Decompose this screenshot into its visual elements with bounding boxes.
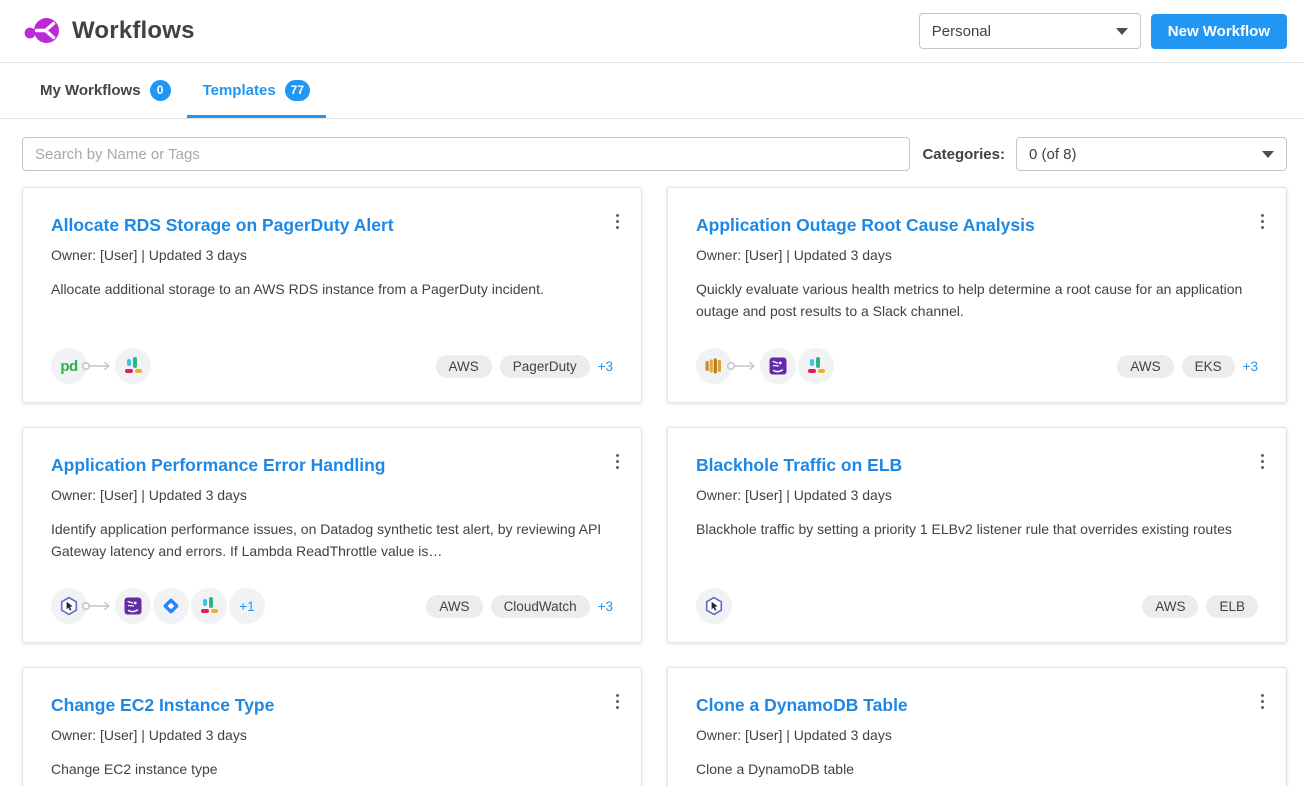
topbar-actions: Personal New Workflow xyxy=(919,13,1287,49)
workflow-description: Allocate additional storage to an AWS RD… xyxy=(51,278,613,300)
workspace-selector[interactable]: Personal xyxy=(919,13,1141,49)
workflow-title-link[interactable]: Blackhole Traffic on ELB xyxy=(696,455,1258,476)
workflow-meta: Owner: [User] | Updated 3 days xyxy=(696,247,1258,263)
card-footer: AWS ELB xyxy=(696,588,1258,624)
workflow-description: Change EC2 instance type xyxy=(51,758,613,780)
kebab-menu-icon[interactable] xyxy=(1253,445,1273,478)
card-footer: +1 AWS CloudWatch +3 xyxy=(51,588,613,624)
brand-logo-icon xyxy=(22,15,62,47)
flow-arrow-icon xyxy=(81,599,113,613)
card-tags: AWS EKS +3 xyxy=(1117,355,1258,378)
kebab-menu-icon[interactable] xyxy=(1253,205,1273,238)
categories-dropdown[interactable]: 0 (of 8) xyxy=(1016,137,1287,171)
tab-my-workflows[interactable]: My Workflows 0 xyxy=(24,63,187,118)
card-tags: AWS PagerDuty +3 xyxy=(436,355,613,378)
pagerduty-logo-text: pd xyxy=(60,358,77,375)
workflow-meta: Owner: [User] | Updated 3 days xyxy=(51,727,613,743)
slack-icon xyxy=(798,348,834,384)
card-integrations: pd xyxy=(51,348,151,384)
datadog-icon xyxy=(115,588,151,624)
new-workflow-button[interactable]: New Workflow xyxy=(1151,14,1287,49)
datadog-icon xyxy=(760,348,796,384)
tag-chip: AWS xyxy=(426,595,482,618)
tag-chip: ELB xyxy=(1206,595,1258,618)
chevron-down-icon xyxy=(1262,151,1274,158)
tag-chip: PagerDuty xyxy=(500,355,590,378)
flow-arrow-icon xyxy=(81,359,113,373)
workflow-card[interactable]: Blackhole Traffic on ELB Owner: [User] |… xyxy=(667,427,1287,643)
tag-chip: EKS xyxy=(1182,355,1235,378)
tab-label: My Workflows xyxy=(40,82,141,99)
top-bar: Workflows Personal New Workflow xyxy=(0,0,1304,63)
kebab-menu-icon[interactable] xyxy=(608,445,628,478)
tag-chip: AWS xyxy=(436,355,492,378)
workflow-card[interactable]: Clone a DynamoDB Table Owner: [User] | U… xyxy=(667,667,1287,786)
card-integrations xyxy=(696,348,834,384)
workflow-title-link[interactable]: Allocate RDS Storage on PagerDuty Alert xyxy=(51,215,613,236)
tag-chip: CloudWatch xyxy=(491,595,590,618)
tag-chip: AWS xyxy=(1117,355,1173,378)
card-integrations: +1 xyxy=(51,588,265,624)
workflow-meta: Owner: [User] | Updated 3 days xyxy=(696,487,1258,503)
categories-selected-value: 0 (of 8) xyxy=(1029,146,1077,163)
tab-bar: My Workflows 0 Templates 77 xyxy=(0,63,1304,119)
tab-templates[interactable]: Templates 77 xyxy=(187,63,326,118)
more-tags-link[interactable]: +3 xyxy=(598,359,613,374)
page-title: Workflows xyxy=(72,17,195,45)
search-input[interactable] xyxy=(22,137,910,171)
chevron-down-icon xyxy=(1116,28,1128,35)
brand: Workflows xyxy=(22,15,195,47)
workflow-description: Identify application performance issues,… xyxy=(51,518,613,562)
categories-group: Categories: 0 (of 8) xyxy=(922,137,1287,171)
more-tags-link[interactable]: +3 xyxy=(598,599,613,614)
workflow-card[interactable]: Application Performance Error Handling O… xyxy=(22,427,642,643)
workflow-card[interactable]: Change EC2 Instance Type Owner: [User] |… xyxy=(22,667,642,786)
workflow-meta: Owner: [User] | Updated 3 days xyxy=(696,727,1258,743)
workspace-selected-value: Personal xyxy=(932,23,991,40)
kebab-menu-icon[interactable] xyxy=(608,205,628,238)
jira-icon xyxy=(153,588,189,624)
card-tags: AWS CloudWatch +3 xyxy=(426,595,613,618)
card-footer: pd AWS PagerDuty +3 xyxy=(51,348,613,384)
workflow-meta: Owner: [User] | Updated 3 days xyxy=(51,487,613,503)
workflow-description: Quickly evaluate various health metrics … xyxy=(696,278,1258,322)
more-tags-link[interactable]: +3 xyxy=(1243,359,1258,374)
kebab-menu-icon[interactable] xyxy=(1253,685,1273,718)
categories-label: Categories: xyxy=(922,146,1005,163)
workflow-card[interactable]: Allocate RDS Storage on PagerDuty Alert … xyxy=(22,187,642,403)
tab-count-badge: 77 xyxy=(285,80,310,101)
slack-icon xyxy=(191,588,227,624)
more-icons-badge[interactable]: +1 xyxy=(229,588,265,624)
workflow-description: Clone a DynamoDB table xyxy=(696,758,1258,780)
flow-arrow-icon xyxy=(726,359,758,373)
card-tags: AWS ELB xyxy=(1142,595,1258,618)
slack-icon xyxy=(115,348,151,384)
tab-label: Templates xyxy=(203,82,276,99)
workflow-card[interactable]: Application Outage Root Cause Analysis O… xyxy=(667,187,1287,403)
workflow-meta: Owner: [User] | Updated 3 days xyxy=(51,247,613,263)
workflow-title-link[interactable]: Application Outage Root Cause Analysis xyxy=(696,215,1258,236)
workflow-title-link[interactable]: Application Performance Error Handling xyxy=(51,455,613,476)
filter-row: Categories: 0 (of 8) xyxy=(0,119,1304,171)
workflow-description: Blackhole traffic by setting a priority … xyxy=(696,518,1258,540)
workflow-title-link[interactable]: Clone a DynamoDB Table xyxy=(696,695,1258,716)
card-footer: AWS EKS +3 xyxy=(696,348,1258,384)
hexagon-cursor-icon xyxy=(696,588,732,624)
tab-count-badge: 0 xyxy=(150,80,171,101)
card-integrations xyxy=(696,588,732,624)
cards-grid: Allocate RDS Storage on PagerDuty Alert … xyxy=(0,171,1304,786)
kebab-menu-icon[interactable] xyxy=(608,685,628,718)
workflow-title-link[interactable]: Change EC2 Instance Type xyxy=(51,695,613,716)
tag-chip: AWS xyxy=(1142,595,1198,618)
